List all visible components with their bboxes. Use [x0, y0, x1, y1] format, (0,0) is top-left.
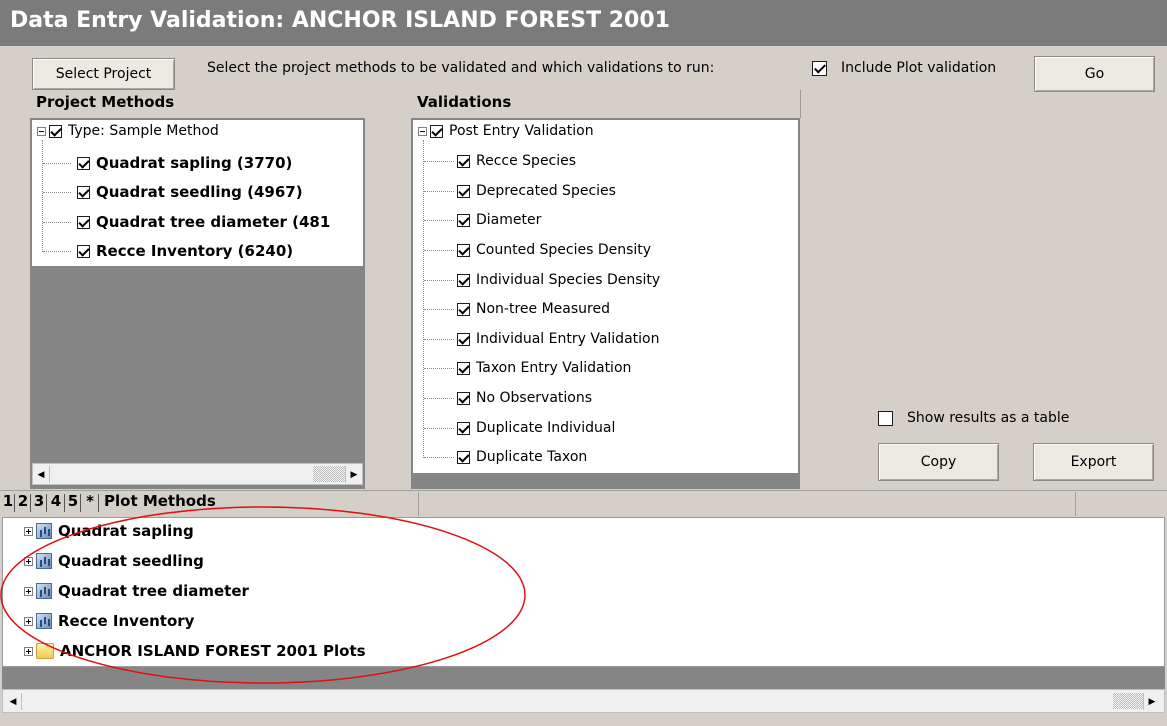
validation-item[interactable]: Individual Species Density [457, 269, 660, 291]
validation-checkbox[interactable] [457, 273, 470, 287]
validation-item[interactable]: Recce Species [457, 150, 576, 172]
project-method-item[interactable]: Recce Inventory (6240) [77, 240, 293, 262]
project-methods-header: Project Methods [36, 93, 175, 111]
validation-item[interactable]: Deprecated Species [457, 180, 616, 202]
validation-label: Deprecated Species [476, 183, 616, 199]
validation-item[interactable]: Taxon Entry Validation [457, 357, 631, 379]
window-title: Data Entry Validation: ANCHOR ISLAND FOR… [10, 8, 670, 33]
validation-item[interactable]: Counted Species Density [457, 239, 651, 261]
validation-checkbox[interactable] [457, 243, 470, 257]
project-method-item[interactable]: Quadrat seedling (4967) [77, 181, 303, 203]
validation-checkbox[interactable] [457, 361, 470, 375]
validation-checkbox[interactable] [457, 302, 470, 316]
validation-item[interactable]: Duplicate Individual [457, 417, 615, 439]
include-plot-label: Include Plot validation [841, 60, 997, 76]
project-methods-root[interactable]: Type: Sample Method [37, 120, 219, 142]
project-method-label: Quadrat seedling (4967) [96, 183, 303, 201]
validation-label: No Observations [476, 390, 593, 406]
project-method-checkbox[interactable] [77, 244, 90, 258]
validation-checkbox[interactable] [457, 421, 470, 435]
include-plot-checkbox[interactable] [812, 60, 827, 76]
validations-root[interactable]: Post Entry Validation [418, 120, 594, 142]
select-project-button[interactable]: Select Project [32, 58, 175, 90]
project-method-checkbox[interactable] [77, 185, 90, 199]
validation-label: Diameter [476, 212, 542, 228]
validation-checkbox[interactable] [457, 450, 470, 464]
instruction-text: Select the project methods to be validat… [207, 60, 715, 76]
validation-checkbox[interactable] [457, 213, 470, 227]
validation-item[interactable]: No Observations [457, 387, 592, 409]
validation-label: Duplicate Taxon [476, 449, 588, 465]
show-results-table-label: Show results as a table [907, 410, 1070, 426]
validation-checkbox[interactable] [457, 332, 470, 346]
collapse-icon[interactable] [37, 126, 46, 136]
validation-label: Individual Entry Validation [476, 331, 660, 347]
scroll-right-icon[interactable]: ▶ [345, 466, 362, 483]
validation-label: Individual Species Density [476, 272, 661, 288]
project-method-label: Quadrat sapling (3770) [96, 154, 293, 172]
validation-label: Taxon Entry Validation [476, 360, 632, 376]
validation-label: Recce Species [476, 153, 577, 169]
validation-checkbox[interactable] [457, 391, 470, 405]
project-method-label: Quadrat tree diameter (481 [96, 213, 331, 231]
validation-label: Counted Species Density [476, 242, 652, 258]
validation-item[interactable]: Individual Entry Validation [457, 328, 659, 350]
validation-label: Non-tree Measured [476, 301, 610, 317]
validation-checkbox[interactable] [457, 184, 470, 198]
scroll-thumb[interactable] [313, 466, 345, 482]
project-method-checkbox[interactable] [77, 215, 90, 229]
scroll-thumb[interactable] [1113, 693, 1143, 709]
show-results-table[interactable]: Show results as a table [878, 410, 1069, 426]
scroll-left-icon[interactable]: ◀ [33, 466, 50, 483]
validation-item[interactable]: Duplicate Taxon [457, 446, 587, 468]
validation-label: Duplicate Individual [476, 420, 616, 436]
project-method-item[interactable]: Quadrat tree diameter (481 [77, 211, 363, 233]
collapse-icon[interactable] [418, 126, 427, 136]
project-methods-scrollbar[interactable]: ◀ ▶ [32, 463, 363, 485]
highlight-annotation [0, 506, 526, 684]
include-plot-validation[interactable]: Include Plot validation [812, 60, 996, 76]
scroll-right-icon[interactable]: ▶ [1143, 693, 1160, 710]
project-method-label: Recce Inventory (6240) [96, 242, 294, 260]
project-methods-root-label: Type: Sample Method [68, 123, 219, 139]
show-results-table-checkbox[interactable] [878, 410, 893, 426]
export-button[interactable]: Export [1033, 443, 1154, 481]
copy-button[interactable]: Copy [878, 443, 999, 481]
validations-root-checkbox[interactable] [430, 124, 443, 138]
validation-checkbox[interactable] [457, 154, 470, 168]
validation-item[interactable]: Diameter [457, 209, 541, 231]
go-button[interactable]: Go [1034, 56, 1155, 92]
project-method-item[interactable]: Quadrat sapling (3770) [77, 152, 292, 174]
project-methods-root-checkbox[interactable] [49, 124, 62, 138]
validation-item[interactable]: Non-tree Measured [457, 298, 610, 320]
validations-root-label: Post Entry Validation [449, 123, 594, 139]
project-method-checkbox[interactable] [77, 156, 90, 170]
